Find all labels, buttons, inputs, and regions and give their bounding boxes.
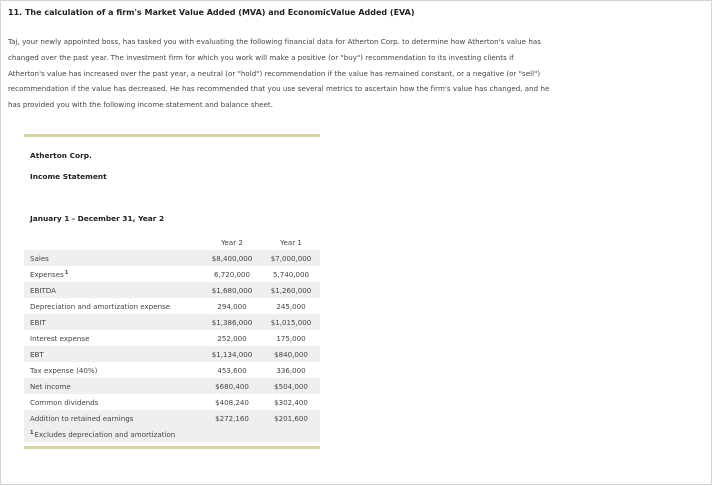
- row-label-text: Addition to retained earnings: [30, 413, 134, 423]
- row-value-year2: $680,400: [202, 378, 262, 394]
- intro-line: Atherton's value has increased over the …: [8, 68, 541, 78]
- row-value-year1: 5,740,000: [272, 269, 310, 279]
- table-row: EBT $1,134,000 $840,000: [24, 346, 320, 362]
- row-label: EBIT: [24, 314, 202, 330]
- row-label-text: Expenses: [30, 269, 64, 279]
- column-header-year2: Year 2: [202, 234, 262, 250]
- row-value-year2: 453,600: [217, 365, 247, 375]
- row-label-text: EBITDA: [30, 285, 56, 295]
- row-value-year1: 175,000: [276, 333, 306, 343]
- top-divider: [24, 134, 320, 137]
- row-label: Net income: [24, 378, 202, 394]
- row-value-year1: $7,000,000: [262, 250, 320, 266]
- row-value-year2: $1,134,000: [202, 346, 262, 362]
- table-row: Interest expense 252,000 175,000: [24, 330, 320, 346]
- row-value-year1: 336,000: [276, 365, 306, 375]
- company-name: Atherton Corp.: [30, 151, 92, 160]
- row-label: Expenses1: [24, 266, 202, 282]
- row-label: Sales: [24, 250, 202, 266]
- row-label-text: Interest expense: [30, 333, 90, 343]
- intro-line: has provided you with the following inco…: [8, 100, 273, 110]
- intro-line: changed over the past year. The investme…: [8, 52, 514, 62]
- row-value-year2: 252,000: [217, 333, 247, 343]
- header-spacer: [24, 234, 202, 250]
- row-label: Common dividends: [24, 394, 202, 410]
- row-label-text: EBT: [30, 349, 44, 359]
- row-value-year2: $408,240: [215, 397, 249, 407]
- table-row: EBIT $1,386,000 $1,015,000: [24, 314, 320, 330]
- row-label: Interest expense: [24, 330, 202, 346]
- footnote: 1Excludes depreciation and amortization: [24, 426, 320, 442]
- row-value-year1: $1,260,000: [262, 282, 320, 298]
- table-row: Sales $8,400,000 $7,000,000: [24, 250, 320, 266]
- footnote-marker: 1: [64, 269, 69, 276]
- row-value-year1: $504,000: [262, 378, 320, 394]
- row-value-year2: 294,000: [217, 301, 247, 311]
- intro-line: recommendation if the value has decrease…: [8, 84, 550, 94]
- statement-period: January 1 - December 31, Year 2: [30, 214, 165, 223]
- row-label-text: Tax expense (40%): [30, 365, 98, 375]
- row-label: EBITDA: [24, 282, 202, 298]
- row-label-text: EBIT: [30, 317, 46, 327]
- table-row: Expenses1 6,720,000 5,740,000: [24, 266, 320, 282]
- bottom-divider: [24, 446, 320, 449]
- row-value-year2: $8,400,000: [202, 250, 262, 266]
- table-row: Addition to retained earnings $272,160 $…: [24, 410, 320, 426]
- row-value-year2: $272,160: [202, 410, 262, 426]
- row-label-text: Sales: [30, 253, 49, 263]
- question-intro: Taj, your newly appointed boss, has task…: [8, 34, 648, 113]
- row-label: Depreciation and amortization expense: [24, 298, 202, 314]
- intro-line: Taj, your newly appointed boss, has task…: [8, 37, 541, 46]
- table-row: Common dividends $408,240 $302,400: [24, 394, 320, 410]
- row-value-year1: $1,015,000: [262, 314, 320, 330]
- row-label-text: Depreciation and amortization expense: [30, 301, 171, 311]
- row-value-year1: $201,600: [262, 410, 320, 426]
- table-header-row: Year 2 Year 1: [24, 234, 320, 250]
- row-label-text: Common dividends: [30, 397, 99, 407]
- income-statement-table: Year 2 Year 1 Sales $8,400,000 $7,000,00…: [24, 234, 320, 442]
- table-row: Net income $680,400 $504,000: [24, 378, 320, 394]
- statement-name: Income Statement: [30, 172, 107, 181]
- row-value-year1: 245,000: [276, 301, 306, 311]
- row-value-year2: $1,680,000: [202, 282, 262, 298]
- footnote-text: Excludes depreciation and amortization: [34, 429, 176, 439]
- table-row: Depreciation and amortization expense 29…: [24, 298, 320, 314]
- row-label: EBT: [24, 346, 202, 362]
- table-row: EBITDA $1,680,000 $1,260,000: [24, 282, 320, 298]
- footnote-mark: 1: [30, 429, 34, 436]
- footnote-row: 1Excludes depreciation and amortization: [24, 426, 320, 442]
- row-value-year2: 6,720,000: [213, 269, 251, 279]
- row-label-text: Net income: [30, 381, 71, 391]
- column-header-year1: Year 1: [262, 234, 320, 250]
- question-title: 11. The calculation of a firm's Market V…: [8, 8, 415, 17]
- row-value-year2: $1,386,000: [202, 314, 262, 330]
- table-row: Tax expense (40%) 453,600 336,000: [24, 362, 320, 378]
- row-value-year1: $840,000: [262, 346, 320, 362]
- row-label: Addition to retained earnings: [24, 410, 202, 426]
- row-label: Tax expense (40%): [24, 362, 202, 378]
- row-value-year1: $302,400: [274, 397, 308, 407]
